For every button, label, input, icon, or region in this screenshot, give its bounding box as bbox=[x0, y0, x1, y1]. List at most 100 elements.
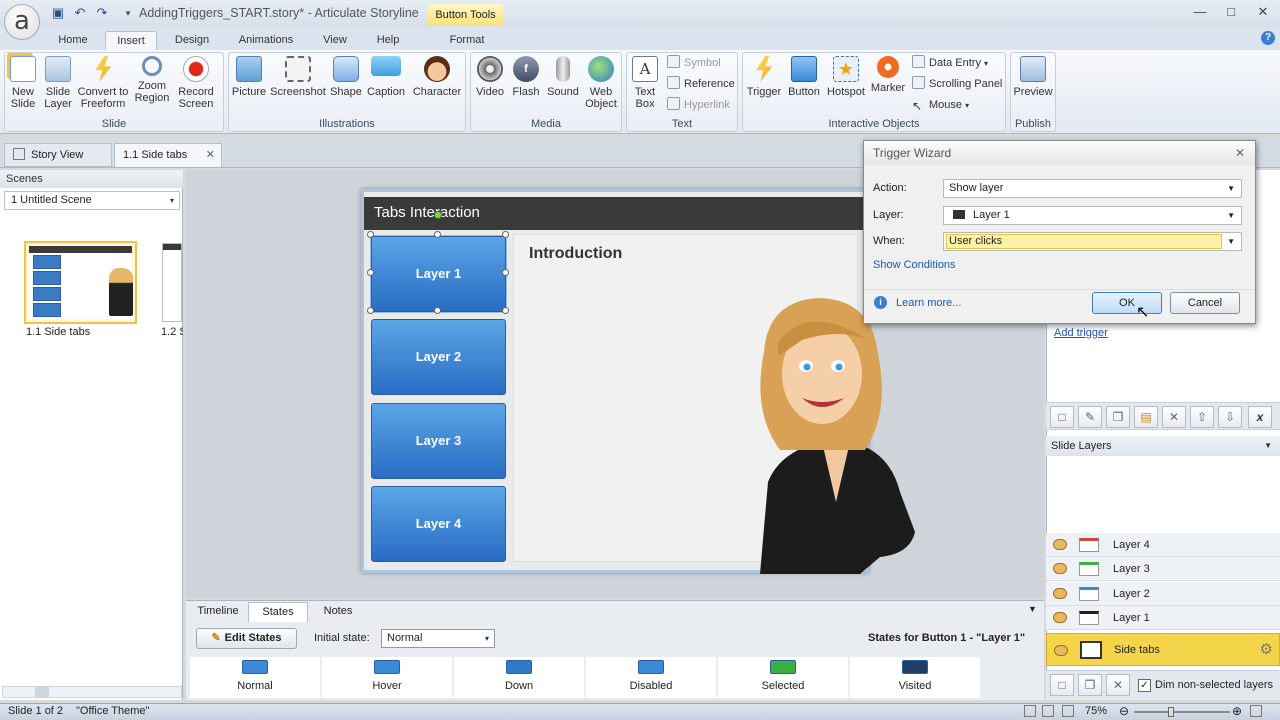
record-screen-button[interactable]: Record Screen bbox=[174, 56, 218, 110]
selection-handle[interactable] bbox=[367, 269, 374, 276]
undo-icon[interactable]: ↶ bbox=[72, 5, 88, 21]
text-box-button[interactable]: A Text Box bbox=[629, 56, 661, 110]
layer-row[interactable]: Layer 3 bbox=[1046, 557, 1280, 581]
zoom-in-icon[interactable]: ⊕ bbox=[1232, 704, 1242, 718]
layer-3-button[interactable]: Layer 3 bbox=[371, 403, 506, 479]
scrolling-panel-button[interactable]: Scrolling Panel bbox=[912, 75, 1002, 93]
show-conditions-link[interactable]: Show Conditions bbox=[873, 259, 956, 271]
reference-button[interactable]: Reference bbox=[667, 75, 735, 93]
minimize-icon[interactable]: — bbox=[1189, 4, 1211, 22]
state-cell-normal[interactable]: Normal bbox=[190, 657, 320, 698]
learn-more-link[interactable]: Learn more... bbox=[896, 297, 961, 309]
tab-home[interactable]: Home bbox=[52, 31, 94, 51]
customize-qat-icon[interactable]: ▾ bbox=[120, 5, 136, 21]
web-object-button[interactable]: Web Object bbox=[583, 56, 619, 110]
zoom-region-button[interactable]: Zoom Region bbox=[132, 56, 172, 104]
delete-trigger-icon[interactable]: ✕ bbox=[1162, 406, 1186, 428]
slide-layer-button[interactable]: Slide Layer bbox=[42, 56, 74, 110]
normal-view-icon[interactable] bbox=[1024, 705, 1036, 717]
hyperlink-button[interactable]: Hyperlink bbox=[667, 96, 730, 114]
state-cell-down[interactable]: Down bbox=[454, 657, 584, 698]
rotation-handle[interactable] bbox=[434, 211, 442, 219]
tab-timeline[interactable]: Timeline bbox=[190, 602, 246, 622]
gear-icon[interactable]: ⚙ bbox=[1260, 634, 1273, 666]
tab-animations[interactable]: Animations bbox=[230, 31, 302, 51]
tab-view[interactable]: View bbox=[316, 31, 354, 51]
delete-layer-icon[interactable]: ✕ bbox=[1106, 674, 1130, 696]
layer-4-button[interactable]: Layer 4 bbox=[371, 486, 506, 562]
paste-trigger-icon[interactable]: ▤ bbox=[1134, 406, 1158, 428]
edit-states-button[interactable]: ✎ Edit States bbox=[196, 628, 297, 649]
selection-handle[interactable] bbox=[502, 269, 509, 276]
shape-button[interactable]: Shape bbox=[328, 56, 364, 98]
eye-icon[interactable] bbox=[1053, 612, 1067, 623]
new-layer-icon[interactable]: □ bbox=[1050, 674, 1074, 696]
help-icon[interactable]: ? bbox=[1261, 31, 1275, 45]
tab-notes[interactable]: Notes bbox=[310, 602, 366, 622]
video-button[interactable]: Video bbox=[473, 56, 507, 98]
close-tab-icon[interactable]: ✕ bbox=[206, 144, 215, 166]
move-down-icon[interactable]: ⇩ bbox=[1218, 406, 1242, 428]
screenshot-button[interactable]: Screenshot bbox=[270, 56, 326, 98]
base-layer-row[interactable]: Side tabs ⚙ bbox=[1046, 633, 1280, 666]
redo-icon[interactable]: ↷ bbox=[94, 5, 110, 21]
button-button[interactable]: Button bbox=[785, 56, 823, 98]
selection-handle[interactable] bbox=[434, 307, 441, 314]
tab-story-view[interactable]: Story View bbox=[4, 143, 112, 167]
scenes-horizontal-scrollbar[interactable] bbox=[2, 686, 182, 698]
add-trigger-link[interactable]: Add trigger bbox=[1054, 327, 1108, 339]
action-select[interactable]: Show layer ▼ bbox=[943, 179, 1242, 198]
layer-row[interactable]: Layer 1 bbox=[1046, 606, 1280, 630]
tab-slide[interactable]: 1.1 Side tabs ✕ bbox=[114, 143, 222, 167]
eye-icon[interactable] bbox=[1053, 539, 1067, 550]
convert-to-freeform-button[interactable]: Convert to Freeform bbox=[76, 56, 130, 110]
symbol-button[interactable]: Symbol bbox=[667, 54, 721, 72]
character-button[interactable]: Character bbox=[412, 56, 462, 98]
save-icon[interactable]: ▣ bbox=[50, 5, 66, 21]
zoom-slider-thumb[interactable] bbox=[1168, 707, 1174, 717]
zoom-slider[interactable] bbox=[1134, 707, 1230, 717]
character-illustration[interactable] bbox=[740, 292, 920, 574]
dim-layers-checkbox[interactable]: ✓ bbox=[1138, 679, 1151, 692]
scene-select[interactable]: 1 Untitled Scene ▾ bbox=[4, 191, 180, 210]
tab-help[interactable]: Help bbox=[369, 31, 407, 51]
copy-trigger-icon[interactable]: ❐ bbox=[1106, 406, 1130, 428]
tab-states[interactable]: States bbox=[248, 602, 308, 622]
state-cell-disabled[interactable]: Disabled bbox=[586, 657, 716, 698]
app-logo[interactable]: a bbox=[4, 4, 40, 40]
story-view-status-icon[interactable] bbox=[1042, 705, 1054, 717]
duplicate-layer-icon[interactable]: ❐ bbox=[1078, 674, 1102, 696]
new-slide-button[interactable]: New Slide bbox=[6, 56, 40, 110]
maximize-icon[interactable]: □ bbox=[1220, 4, 1242, 22]
scrollbar-thumb[interactable] bbox=[35, 687, 49, 697]
selection-handle[interactable] bbox=[367, 307, 374, 314]
layer-1-button[interactable]: Layer 1 bbox=[371, 236, 506, 312]
state-cell-selected[interactable]: Selected bbox=[718, 657, 848, 698]
layer-select[interactable]: Layer 1 ▼ bbox=[943, 206, 1242, 225]
flash-button[interactable]: f Flash bbox=[509, 56, 543, 98]
selection-handle[interactable] bbox=[502, 231, 509, 238]
move-up-icon[interactable]: ⇧ bbox=[1190, 406, 1214, 428]
slide-thumbnail-1[interactable] bbox=[24, 241, 137, 324]
cancel-button[interactable]: Cancel bbox=[1170, 292, 1240, 314]
edit-trigger-icon[interactable]: ✎ bbox=[1078, 406, 1102, 428]
new-trigger-icon[interactable]: □ bbox=[1050, 406, 1074, 428]
eye-icon[interactable] bbox=[1054, 645, 1068, 656]
preview-button[interactable]: Preview bbox=[1012, 56, 1054, 98]
ok-button[interactable]: OK bbox=[1092, 292, 1162, 314]
state-cell-visited[interactable]: Visited bbox=[850, 657, 980, 698]
content-heading[interactable]: Introduction bbox=[529, 245, 622, 263]
variables-icon[interactable]: x bbox=[1248, 406, 1272, 428]
marker-button[interactable]: Marker bbox=[869, 56, 907, 94]
caption-button[interactable]: Caption bbox=[366, 56, 406, 98]
mouse-button[interactable]: ↖ Mouse ▾ bbox=[912, 96, 969, 114]
sound-button[interactable]: Sound bbox=[545, 56, 581, 98]
eye-icon[interactable] bbox=[1053, 588, 1067, 599]
trigger-button[interactable]: Trigger bbox=[745, 56, 783, 98]
fit-to-window-icon[interactable] bbox=[1250, 705, 1262, 717]
chevron-down-icon[interactable]: ▼ bbox=[1264, 436, 1272, 456]
data-entry-button[interactable]: Data Entry ▾ bbox=[912, 54, 988, 72]
collapse-panel-icon[interactable]: ▼ bbox=[1028, 604, 1037, 614]
tab-design[interactable]: Design bbox=[168, 31, 216, 51]
selection-handle[interactable] bbox=[434, 231, 441, 238]
